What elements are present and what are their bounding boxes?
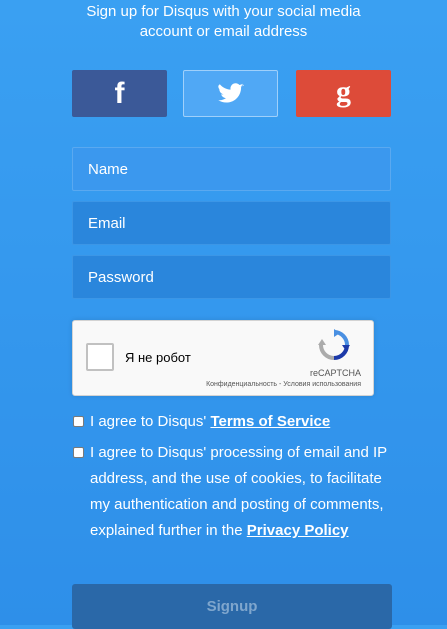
terms-agreement-text: I agree to Disqus' [90, 413, 211, 430]
social-login-row: f g [72, 70, 391, 117]
twitter-bird-icon [217, 82, 244, 103]
terms-agreement: I agree to Disqus' Terms of Service [72, 409, 391, 435]
facebook-login-button[interactable]: f [72, 70, 167, 117]
terms-checkbox[interactable] [73, 416, 84, 427]
recaptcha-brand: reCAPTCHA [309, 368, 361, 378]
privacy-policy-link[interactable]: Privacy Policy [247, 522, 349, 539]
signup-heading-line2: account or email address [139, 23, 308, 40]
privacy-checkbox[interactable] [73, 447, 84, 458]
twitter-login-button[interactable] [183, 70, 278, 117]
recaptcha-checkbox[interactable] [86, 343, 114, 371]
name-input[interactable] [72, 147, 391, 191]
facebook-icon: f [114, 76, 125, 110]
signup-heading: Sign up for Disqus with your social medi… [0, 2, 447, 42]
password-input[interactable] [72, 255, 391, 299]
google-plus-icon: g [336, 74, 351, 108]
google-login-button[interactable]: g [296, 70, 391, 117]
recaptcha-logo-icon [318, 329, 350, 360]
signup-heading-line1: Sign up for Disqus with your social medi… [86, 3, 361, 20]
recaptcha-widget: Я не робот reCAPTCHA Конфиденциальность … [72, 320, 374, 396]
signup-button[interactable]: Signup [72, 584, 392, 629]
recaptcha-label: Я не робот [125, 350, 191, 365]
terms-of-service-link[interactable]: Terms of Service [210, 413, 330, 430]
email-input[interactable] [72, 201, 391, 245]
privacy-agreement: I agree to Disqus' processing of email a… [72, 440, 391, 544]
recaptcha-privacy-terms-links[interactable]: Конфиденциальность - Условия использован… [206, 381, 361, 388]
